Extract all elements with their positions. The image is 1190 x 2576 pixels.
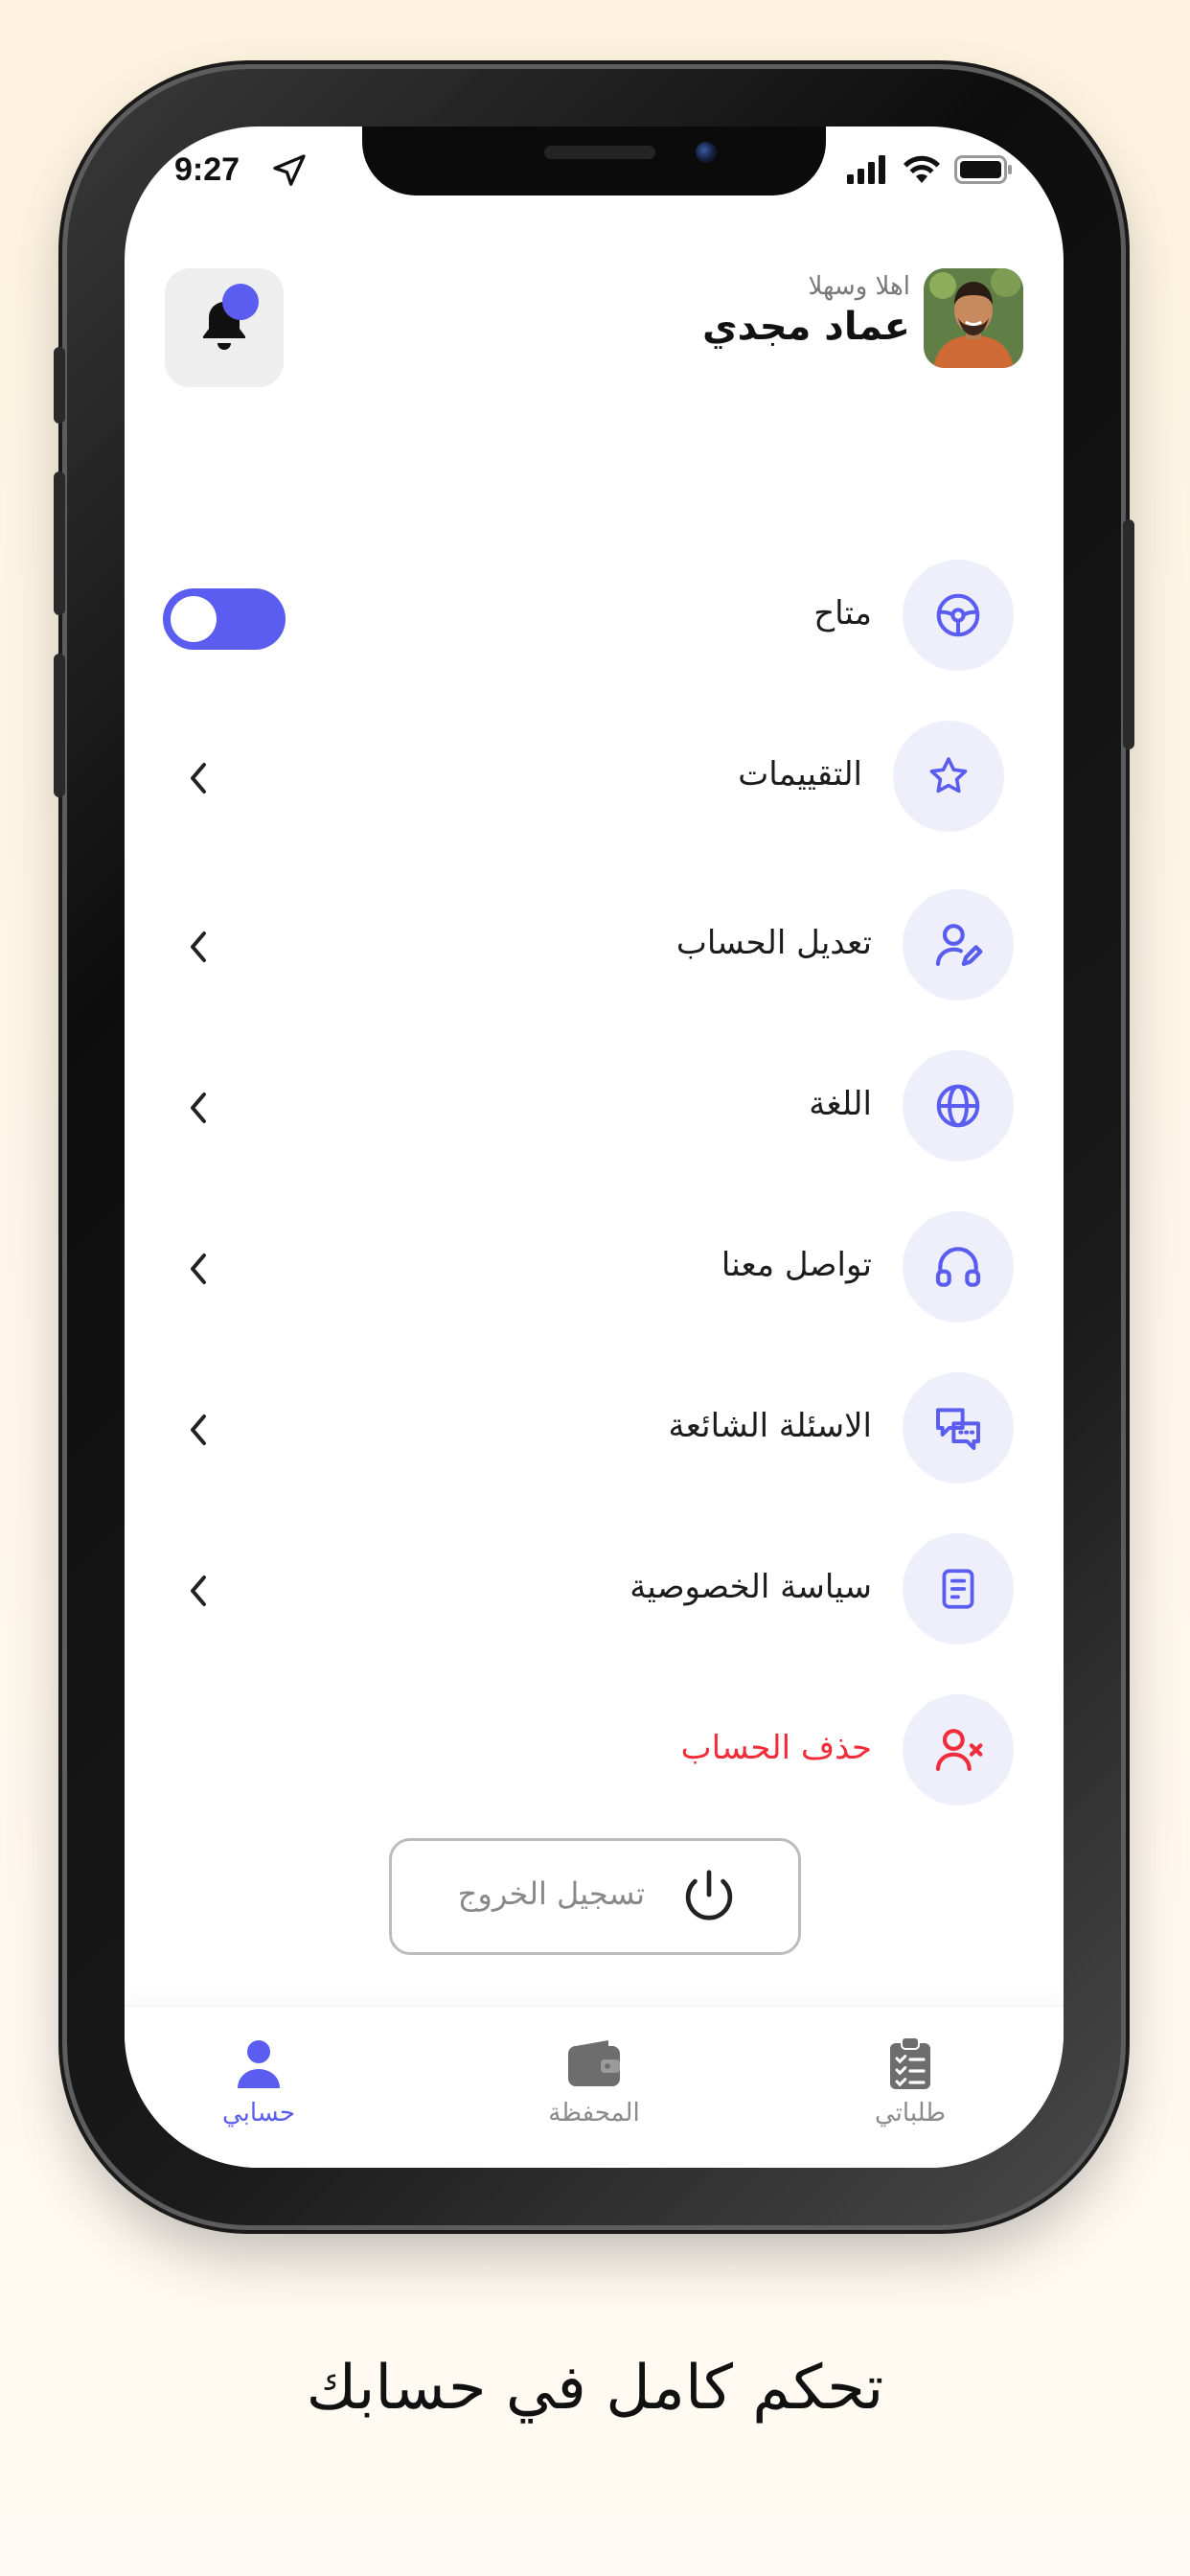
- volume-down-button: [54, 654, 65, 797]
- chevron-left-icon: [191, 1576, 206, 1606]
- menu-label-delete-account: حذف الحساب: [680, 1729, 872, 1767]
- menu-item-faq[interactable]: الاسئلة الشائعة: [163, 1372, 1014, 1487]
- document-icon: [903, 1533, 1014, 1644]
- menu-label-contact-us: تواصل معنا: [721, 1246, 872, 1284]
- avatar[interactable]: [924, 268, 1023, 368]
- chevron-left-icon: [191, 1254, 206, 1284]
- menu-item-privacy-policy[interactable]: سياسة الخصوصية: [163, 1533, 1014, 1648]
- menu-label-edit-account: تعديل الحساب: [675, 924, 872, 962]
- notification-button[interactable]: [165, 268, 284, 387]
- notification-badge: [222, 284, 259, 320]
- chevron-left-icon: [191, 1414, 206, 1445]
- nav-label-my-account: حسابي: [221, 2099, 296, 2128]
- chevron-left-icon: [191, 763, 206, 794]
- user-icon: [172, 2037, 345, 2091]
- nav-item-my-orders[interactable]: طلباتي: [824, 2037, 996, 2128]
- menu-item-edit-account[interactable]: تعديل الحساب: [163, 889, 1014, 1004]
- chevron-left-icon: [191, 932, 206, 962]
- battery-icon: [954, 155, 1014, 188]
- logout-label: تسجيل الخروج: [457, 1875, 645, 1912]
- wallet-icon: [508, 2037, 680, 2091]
- steering-wheel-icon: [903, 560, 1014, 671]
- status-indicators: [847, 155, 1014, 188]
- menu-item-language[interactable]: اللغة: [163, 1050, 1014, 1165]
- front-camera: [696, 142, 717, 163]
- nav-label-wallet: المحفظة: [548, 2099, 640, 2128]
- promo-caption: تحكم كامل في حسابك: [306, 2353, 884, 2424]
- phone-frame: 9:27 اهلا وسهلا عماد مجدي متاح التقييمات…: [54, 69, 1134, 2225]
- notch: [362, 126, 826, 196]
- menu-label-faq: الاسئلة الشائعة: [668, 1407, 872, 1445]
- user-info: اهلا وسهلا عماد مجدي: [702, 272, 910, 349]
- speaker-grille: [544, 146, 655, 159]
- chat-bubbles-icon: [903, 1372, 1014, 1484]
- menu-item-contact-us[interactable]: تواصل معنا: [163, 1211, 1014, 1326]
- menu-item-delete-account[interactable]: حذف الحساب: [163, 1694, 1014, 1809]
- menu-label-privacy-policy: سياسة الخصوصية: [629, 1568, 872, 1606]
- location-arrow-icon: [270, 151, 309, 194]
- power-icon: [675, 1864, 743, 1935]
- user-remove-icon: [903, 1694, 1014, 1806]
- signal-bars-icon: [847, 155, 889, 188]
- menu-label-language: اللغة: [809, 1085, 872, 1123]
- phone-screen: 9:27 اهلا وسهلا عماد مجدي متاح التقييمات…: [125, 126, 1064, 2168]
- wifi-icon: [903, 155, 941, 188]
- logout-button[interactable]: تسجيل الخروج: [389, 1838, 801, 1955]
- toggle-knob: [171, 596, 217, 642]
- globe-icon: [903, 1050, 1014, 1162]
- nav-item-my-account[interactable]: حسابي: [172, 2037, 345, 2128]
- volume-up-button: [54, 472, 65, 615]
- menu-label-availability: متاح: [813, 594, 872, 632]
- menu-item-availability[interactable]: متاح: [163, 560, 1014, 675]
- silent-switch: [54, 347, 65, 424]
- menu-item-ratings[interactable]: التقييمات: [163, 721, 1014, 836]
- headset-icon: [903, 1211, 1014, 1322]
- availability-toggle[interactable]: [163, 588, 286, 650]
- bottom-navigation: حسابي المحفظة طلباتي: [125, 2006, 1064, 2168]
- chevron-left-icon: [191, 1092, 206, 1123]
- menu-label-ratings: التقييمات: [738, 755, 862, 794]
- greeting-text: اهلا وسهلا: [808, 272, 910, 301]
- nav-label-my-orders: طلباتي: [875, 2099, 946, 2128]
- clipboard-list-icon: [824, 2037, 996, 2091]
- star-icon: [893, 721, 1004, 832]
- power-button: [1123, 519, 1134, 749]
- nav-item-wallet[interactable]: المحفظة: [508, 2037, 680, 2128]
- user-edit-icon: [903, 889, 1014, 1000]
- user-name: عماد مجدي: [702, 305, 910, 349]
- status-time: 9:27: [174, 151, 240, 188]
